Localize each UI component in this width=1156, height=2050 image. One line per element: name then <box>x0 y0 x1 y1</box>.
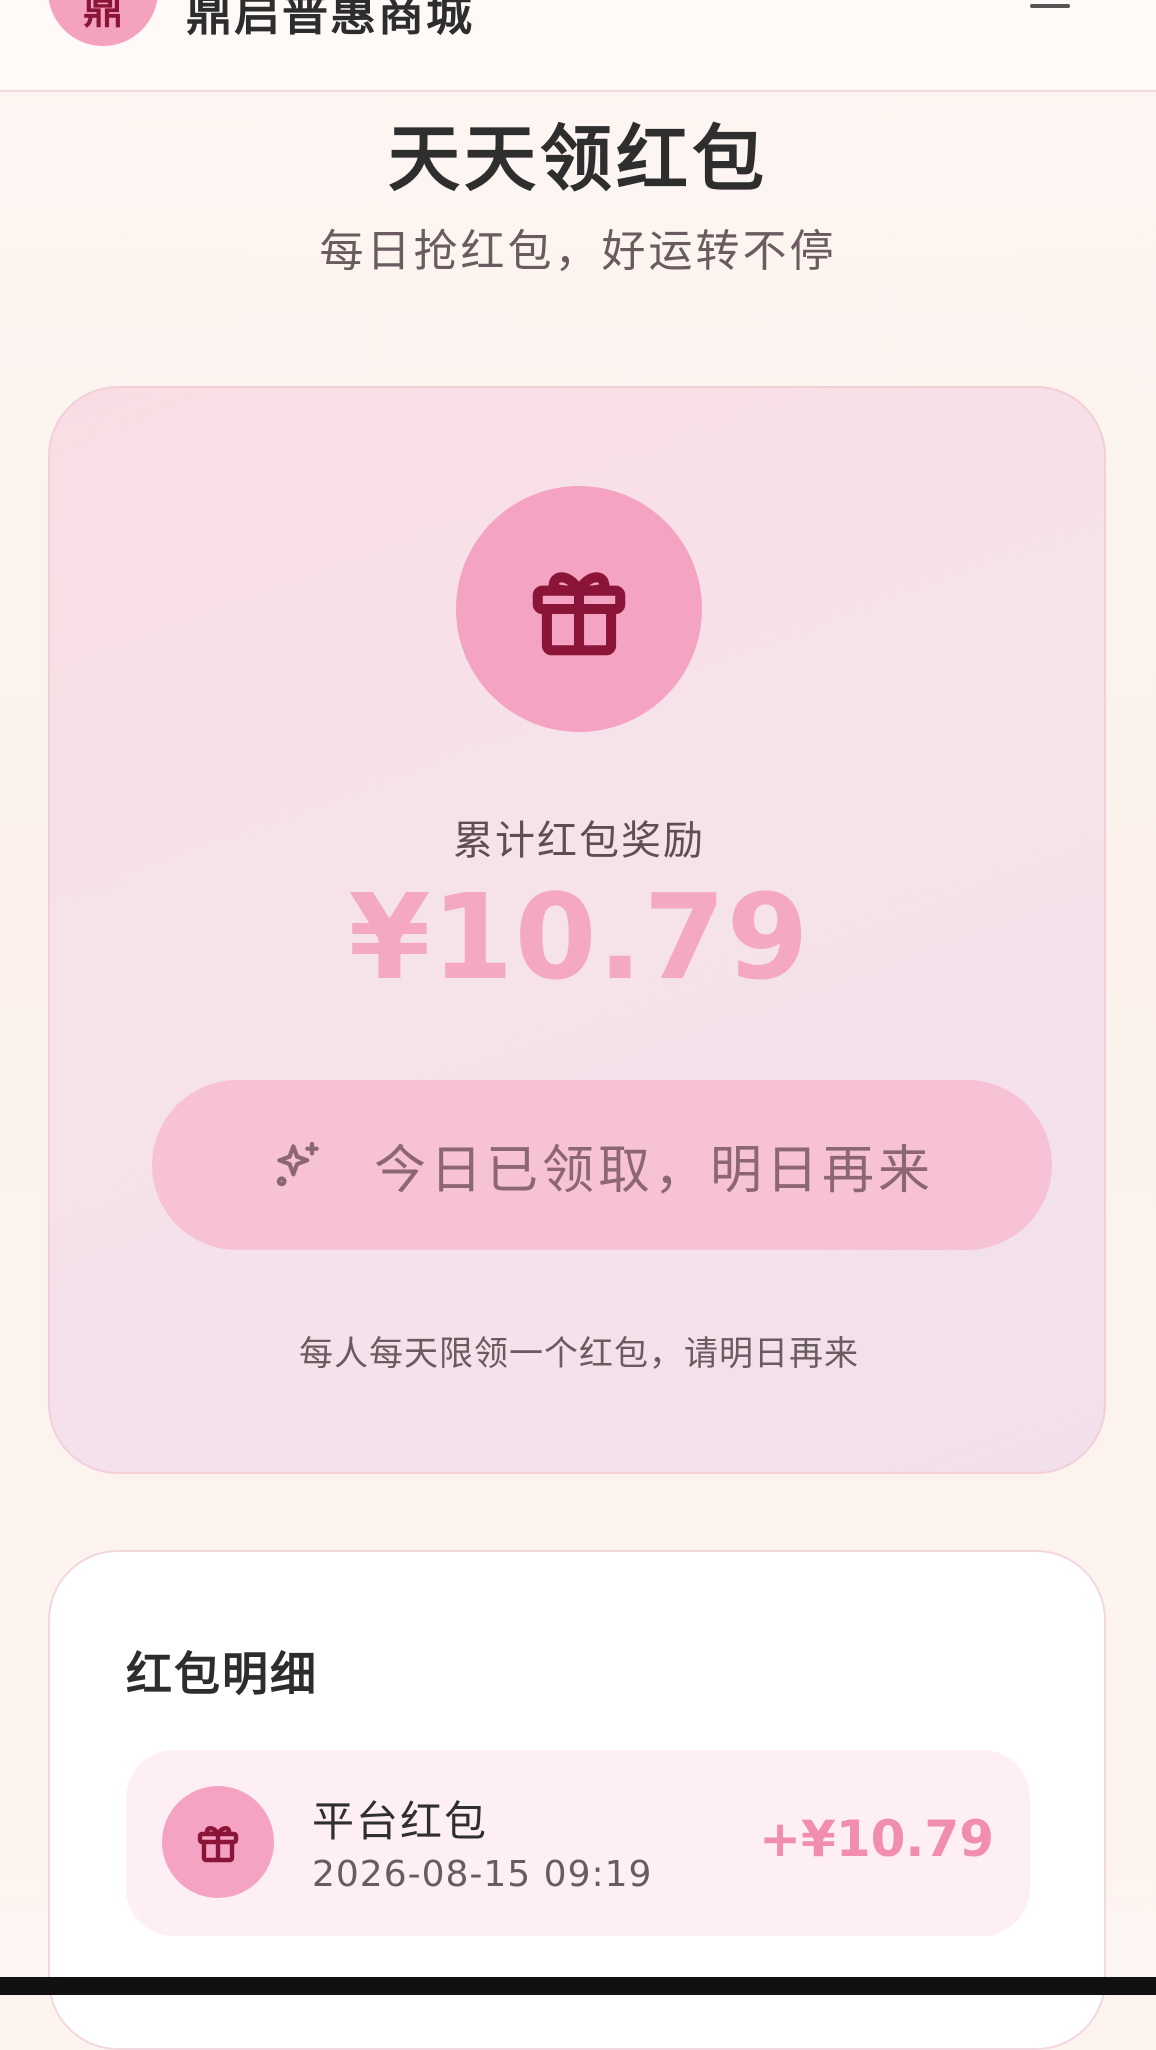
bottom-system-bar <box>0 1977 1156 1995</box>
claim-button-label: 今日已领取，明日再来 <box>373 1141 934 1200</box>
reward-total-label: 累计红包奖励 <box>453 818 705 864</box>
record-amount: +¥10.79 <box>759 1810 994 1868</box>
brand-logo-char: 鼎 <box>83 0 123 33</box>
reward-card: 累计红包奖励 ¥10.79 今日已领取，明日再来 每人每天限领一个红包，请明日再… <box>48 386 1106 1474</box>
gift-icon <box>532 572 626 656</box>
sparkle-icon <box>276 1141 319 1187</box>
page-subtitle: 每日抢红包，好运转不停 <box>319 226 837 277</box>
record-row[interactable]: 平台红包 2026-08-15 09:19 +¥10.79 <box>126 1750 1030 1936</box>
gift-icon-badge <box>456 486 702 732</box>
detail-card: 红包明细 平台红包 2026-08-15 09:19 +¥10.79 <box>48 1550 1106 2050</box>
gift-icon <box>197 1825 239 1863</box>
claim-button[interactable]: 今日已领取，明日再来 <box>152 1080 1052 1250</box>
top-header: 鼎 鼎启普惠商城 <box>0 0 1156 92</box>
reward-total-amount: ¥10.79 <box>348 868 810 1006</box>
daily-limit-note: 每人每天限领一个红包，请明日再来 <box>299 1334 859 1374</box>
menu-icon[interactable] <box>1030 4 1070 8</box>
brand-logo[interactable]: 鼎 <box>48 0 158 46</box>
record-icon-badge <box>162 1786 274 1898</box>
record-time: 2026-08-15 09:19 <box>312 1854 653 1895</box>
page-title: 天天领红包 <box>387 117 768 201</box>
detail-title: 红包明细 <box>126 1647 318 1701</box>
brand-title: 鼎启普惠商城 <box>186 0 474 41</box>
record-name: 平台红包 <box>312 1797 489 1846</box>
